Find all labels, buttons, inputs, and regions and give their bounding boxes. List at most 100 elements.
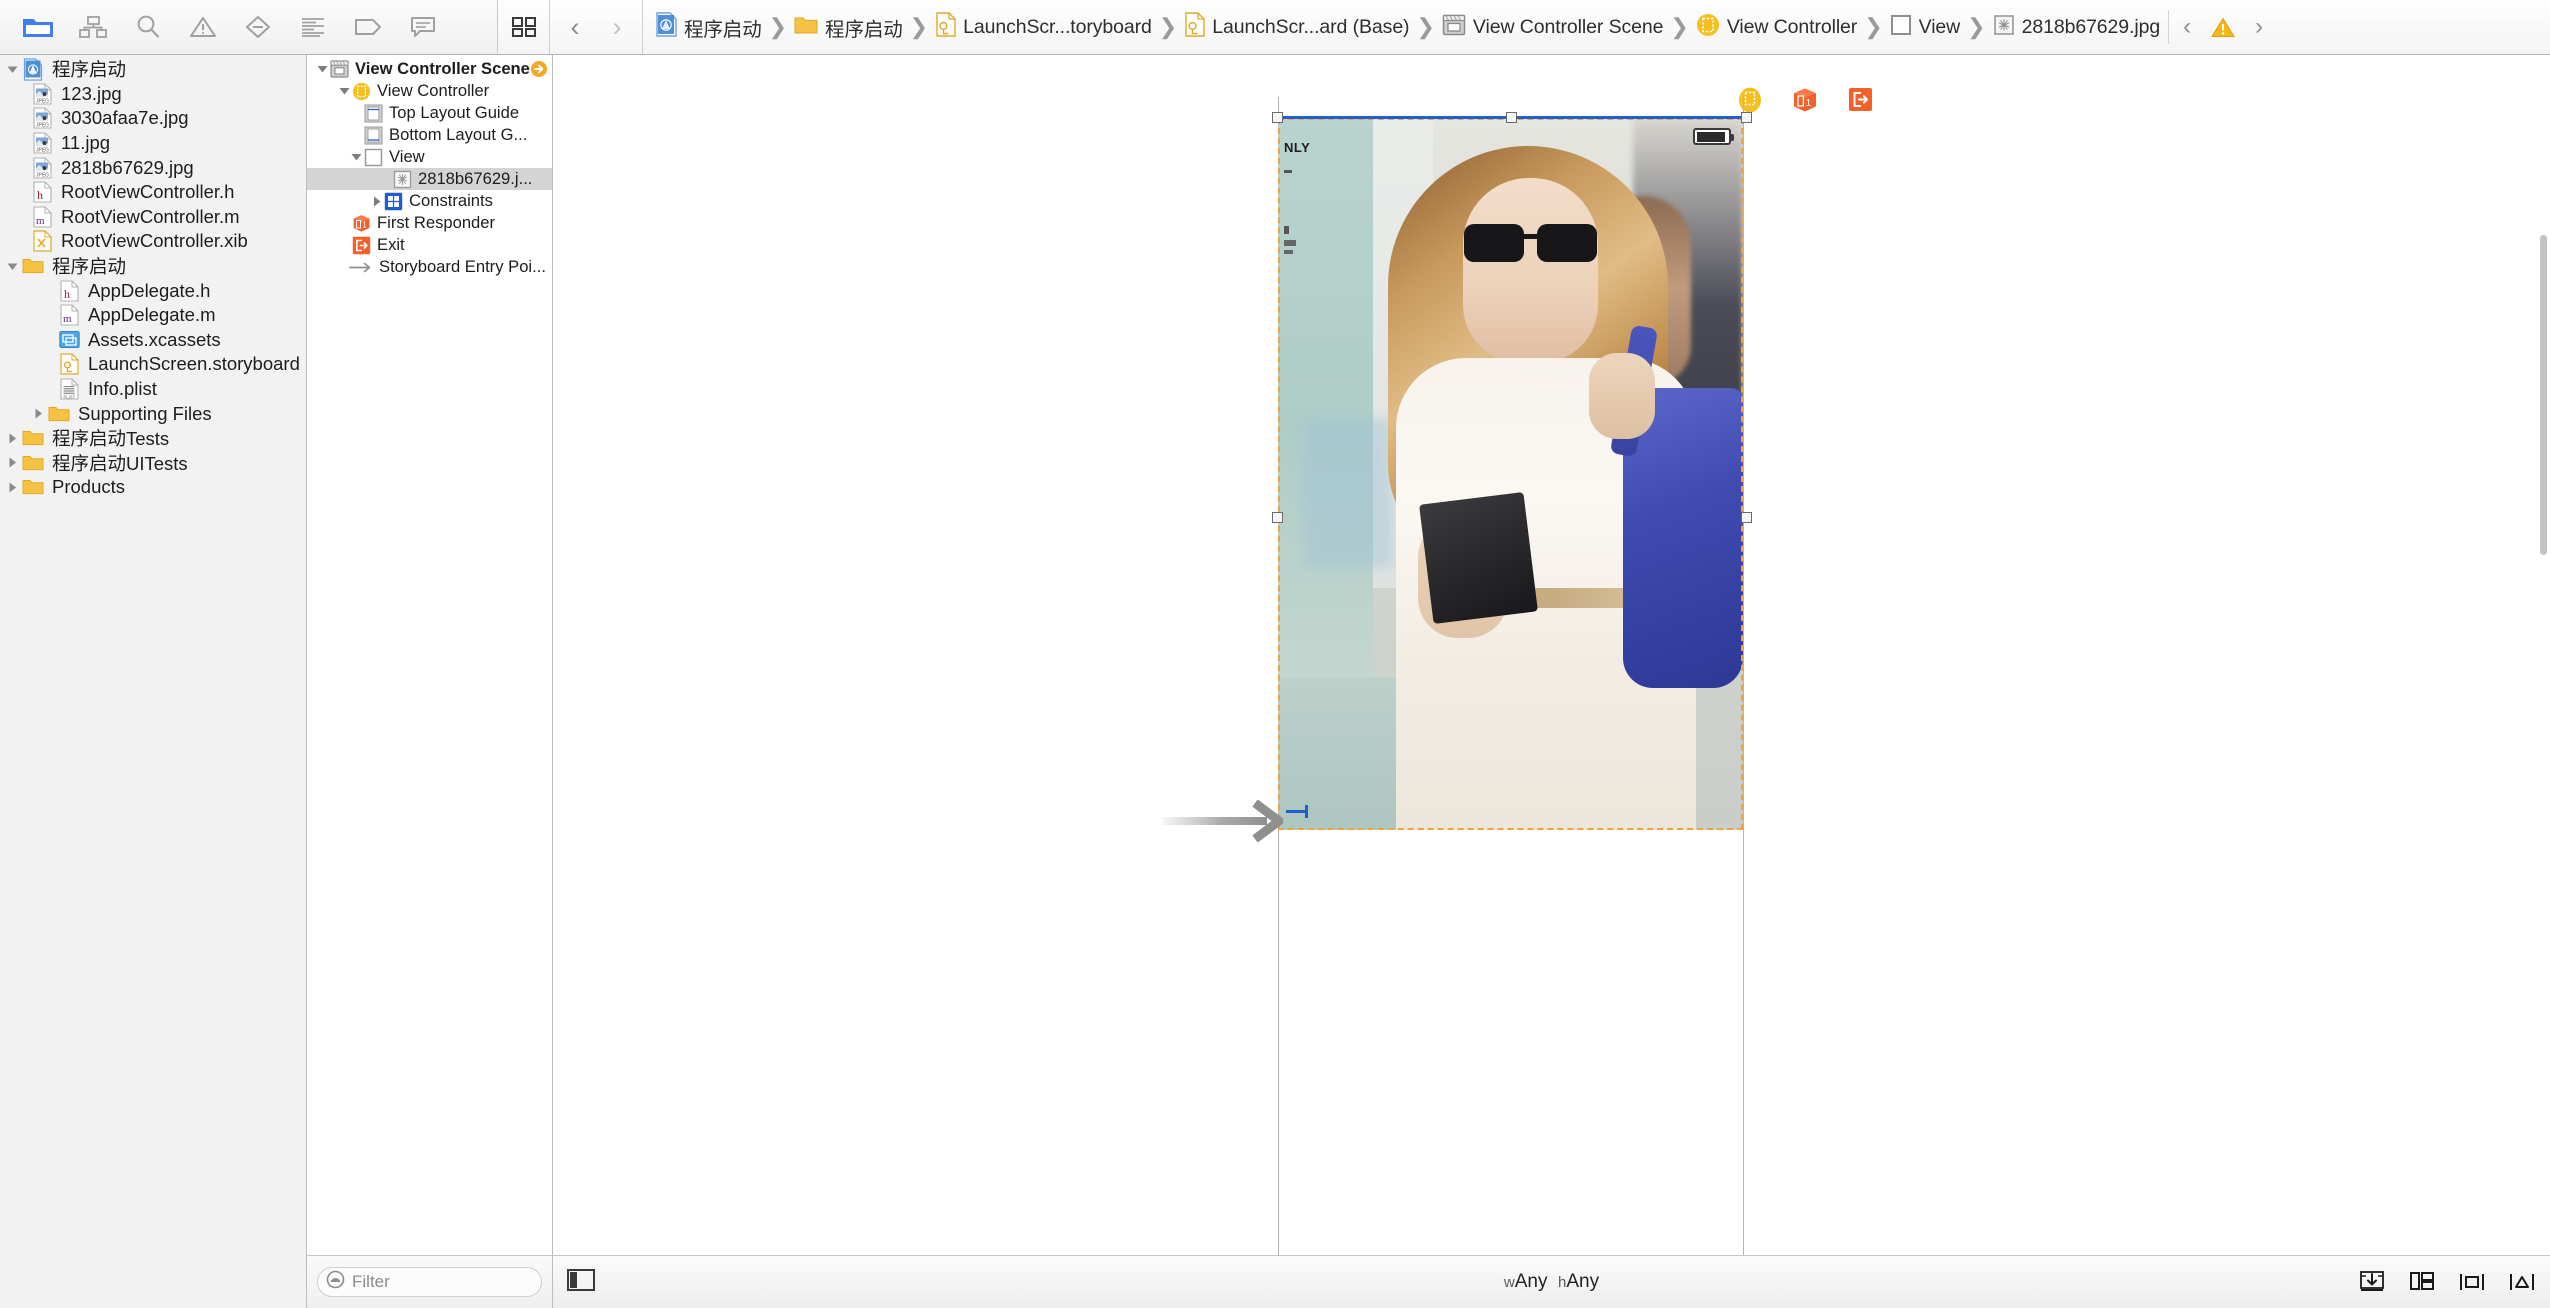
- list-item[interactable]: JPEG 11.jpg: [0, 131, 306, 156]
- outline-item-image-view[interactable]: 2818b67629.j...: [307, 168, 552, 190]
- disclosure-down-icon[interactable]: [337, 87, 352, 95]
- forward-button[interactable]: ›: [596, 1, 638, 53]
- breadcrumb-item-image-view[interactable]: 2818b67629.jpg: [1993, 14, 2160, 41]
- breadcrumb-item-folder[interactable]: 程序启动: [794, 13, 903, 42]
- list-item[interactable]: JPEG 3030afaa7e.jpg: [0, 106, 306, 131]
- issue-warning-indicator[interactable]: [2205, 10, 2241, 44]
- storyboard-icon: [935, 12, 956, 42]
- list-item[interactable]: PLIST Info.plist: [0, 377, 306, 402]
- list-item[interactable]: m AppDelegate.m: [0, 303, 306, 328]
- symbol-navigator-button[interactable]: [65, 1, 120, 53]
- interface-builder-canvas[interactable]: 1 NLY: [553, 55, 2550, 1255]
- outline-item-label: View: [389, 147, 425, 166]
- breadcrumb-item-view[interactable]: View: [1890, 14, 1960, 41]
- resize-handle-top-center[interactable]: [1506, 112, 1517, 123]
- resize-handle-top-right[interactable]: [1741, 112, 1752, 123]
- find-navigator-button[interactable]: [120, 1, 175, 53]
- outline-item-top-layout-guide[interactable]: Top Layout Guide: [307, 102, 552, 124]
- canvas-vertical-scrollbar[interactable]: [2537, 55, 2550, 1255]
- list-item[interactable]: LaunchScreen.storyboard: [0, 352, 306, 377]
- update-frames-button[interactable]: [2358, 1269, 2386, 1295]
- breadcrumb-item-project[interactable]: 程序启动: [655, 12, 762, 42]
- issue-navigator-button[interactable]: [175, 1, 230, 53]
- outline-item-exit[interactable]: Exit: [307, 234, 552, 256]
- scene-arrow-badge-icon[interactable]: [530, 60, 548, 78]
- list-item[interactable]: m RootViewController.m: [0, 205, 306, 230]
- storyboard-icon: [58, 353, 80, 376]
- disclosure-down-icon[interactable]: [4, 262, 20, 271]
- project-navigator-button[interactable]: [10, 1, 65, 53]
- constraints-icon: [384, 192, 403, 211]
- align-button[interactable]: [2458, 1269, 2486, 1295]
- photo-overlay-mark-3: [1284, 240, 1296, 246]
- list-item[interactable]: Assets.xcassets: [0, 328, 306, 353]
- svg-text:h: h: [64, 287, 70, 301]
- view-controller-icon: [1696, 13, 1720, 42]
- list-item[interactable]: JPEG 2818b67629.jpg: [0, 155, 306, 180]
- image-view-content[interactable]: NLY: [1278, 118, 1743, 830]
- resize-handle-middle-right[interactable]: [1741, 512, 1752, 523]
- disclosure-right-icon[interactable]: [30, 408, 46, 419]
- previous-issue-button[interactable]: ‹: [2169, 10, 2205, 44]
- resize-handle-middle-left[interactable]: [1272, 512, 1283, 523]
- list-item[interactable]: Supporting Files: [0, 401, 306, 426]
- debug-navigator-button[interactable]: [285, 1, 340, 53]
- breadcrumb-item-scene[interactable]: View Controller Scene: [1442, 14, 1663, 41]
- list-item[interactable]: 程序启动UITests: [0, 451, 306, 476]
- outline-item-storyboard-entry-point[interactable]: Storyboard Entry Poi...: [307, 256, 552, 278]
- scrollbar-thumb[interactable]: [2540, 235, 2547, 555]
- disclosure-down-icon[interactable]: [4, 65, 20, 74]
- outline-item-first-responder[interactable]: 1 First Responder: [307, 212, 552, 234]
- project-file-tree[interactable]: 程序启动 JPEG 123.jpg JPEG 3030afaa7e.jpg JP…: [0, 55, 306, 1308]
- back-button[interactable]: ‹: [554, 1, 596, 53]
- disclosure-right-icon[interactable]: [4, 457, 20, 468]
- related-items-button[interactable]: [498, 0, 550, 54]
- list-item-label: 123.jpg: [61, 82, 122, 104]
- outline-item-bottom-layout-guide[interactable]: Bottom Layout G...: [307, 124, 552, 146]
- document-outline-tree[interactable]: View Controller Scene View Controller To…: [307, 55, 552, 1255]
- disclosure-right-icon[interactable]: [4, 433, 20, 444]
- resize-handle-top-left[interactable]: [1272, 112, 1283, 123]
- list-item[interactable]: h RootViewController.h: [0, 180, 306, 205]
- disclosure-down-icon[interactable]: [349, 153, 364, 161]
- photo-overlay-mark-4: [1284, 250, 1293, 254]
- exit-dock-icon[interactable]: [1848, 87, 1873, 118]
- trait-height-prefix: h: [1558, 1274, 1567, 1291]
- list-item[interactable]: Products: [0, 475, 306, 500]
- folder-icon: [48, 403, 70, 425]
- disclosure-right-icon[interactable]: [4, 482, 20, 493]
- breadcrumb-item-view-controller[interactable]: View Controller: [1696, 13, 1857, 42]
- device-canvas-view[interactable]: NLY: [1272, 112, 1752, 830]
- photo-subject-face: [1463, 178, 1598, 363]
- breadcrumb-item-storyboard-base[interactable]: LaunchScr...ard (Base): [1184, 12, 1410, 42]
- next-issue-button[interactable]: ›: [2241, 10, 2277, 44]
- first-responder-dock-icon[interactable]: 1: [1792, 87, 1818, 118]
- pin-constraints-button[interactable]: [2508, 1269, 2536, 1295]
- outline-item-view-controller[interactable]: View Controller: [307, 80, 552, 102]
- photo-bg-wall-left: [1278, 118, 1373, 678]
- left-panel-toggle-button[interactable]: [567, 1268, 595, 1297]
- outline-item-view[interactable]: View: [307, 146, 552, 168]
- source-m-icon: m: [31, 206, 53, 228]
- breakpoint-navigator-button[interactable]: [340, 1, 395, 53]
- disclosure-right-icon[interactable]: [369, 196, 384, 207]
- disclosure-down-icon[interactable]: [315, 65, 330, 73]
- outline-item-scene[interactable]: View Controller Scene: [307, 58, 552, 80]
- list-item[interactable]: JPEG 123.jpg: [0, 82, 306, 107]
- list-item[interactable]: 程序启动: [0, 57, 306, 82]
- test-navigator-button[interactable]: [230, 1, 285, 53]
- breadcrumb-item-storyboard[interactable]: LaunchScr...toryboard: [935, 12, 1152, 42]
- list-item[interactable]: RootViewController.xib: [0, 229, 306, 254]
- list-item-label: RootViewController.xib: [61, 230, 248, 252]
- navigator-selector-bar: [0, 0, 498, 54]
- outline-item-constraints[interactable]: Constraints: [307, 190, 552, 212]
- main-area: 程序启动 JPEG 123.jpg JPEG 3030afaa7e.jpg JP…: [0, 55, 2550, 1308]
- report-navigator-button[interactable]: [395, 1, 450, 53]
- battery-icon: [1693, 128, 1734, 145]
- outline-item-label: View Controller: [377, 81, 490, 100]
- list-item[interactable]: 程序启动: [0, 254, 306, 279]
- list-item[interactable]: h AppDelegate.h: [0, 278, 306, 303]
- embed-in-button[interactable]: [2408, 1269, 2436, 1295]
- filter-input[interactable]: Filter: [317, 1267, 542, 1297]
- list-item[interactable]: 程序启动Tests: [0, 426, 306, 451]
